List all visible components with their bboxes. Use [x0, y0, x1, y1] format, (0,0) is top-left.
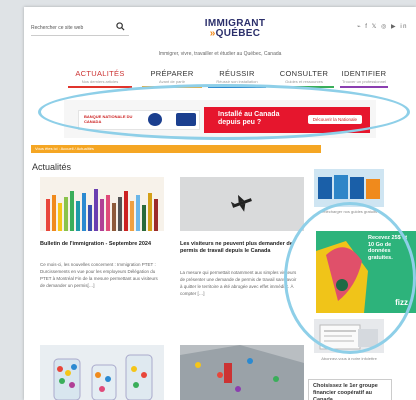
social-icons: ⌁ f 𝕏 ◎ ▶ in	[357, 23, 408, 30]
site-logo[interactable]: IMMIGRANT »QUÉBEC	[192, 19, 278, 39]
linkedin-icon[interactable]: in	[400, 24, 408, 30]
nav-label: PRÉPARER	[150, 69, 194, 78]
article-card[interactable]: Bulletin de l'immigration - Septembre 20…	[40, 177, 164, 337]
search-icon[interactable]	[116, 21, 125, 35]
tagline: Immigrer, vivre, travailler et étudier a…	[158, 51, 282, 57]
nav-label: CONSULTER	[279, 69, 329, 78]
airplane-image	[180, 177, 304, 231]
search-icon-svg	[116, 22, 125, 31]
search-input[interactable]: Rechercher ce site web	[31, 21, 129, 36]
nav-label: ACTUALITÉS	[75, 69, 125, 78]
nav-sub: Avant de partir	[159, 79, 185, 84]
section-title: Actualités	[32, 162, 72, 172]
climber-figure	[224, 363, 232, 383]
article-excerpt: La mesure qui permettait notamment aux s…	[180, 270, 297, 296]
logo-line2: QUÉBEC	[215, 28, 261, 39]
nav-sub: Guides et ressources	[285, 79, 323, 84]
article-excerpt: Ce mois-ci, les nouvelles concernent : I…	[40, 262, 158, 288]
nav-underline	[340, 86, 388, 88]
nav-item-identifier[interactable]: IDENTIFIER Trouver un professionnel	[340, 69, 388, 88]
facebook-icon[interactable]: f	[365, 24, 368, 30]
coop-ad[interactable]: Choisissez le 1er groupe financier coopé…	[308, 379, 392, 400]
highlight-ring-banner	[38, 84, 410, 140]
climbing-wall-image	[180, 345, 304, 400]
candy-jars-image	[40, 345, 164, 400]
youtube-icon[interactable]: ▶	[391, 24, 397, 30]
highlight-ring-sidebar-ad	[284, 202, 416, 354]
instagram-icon[interactable]: ◎	[381, 24, 388, 30]
nav-sub: Trouver un professionnel	[341, 79, 387, 84]
breadcrumb: Vous êtes ici : Accueil / Actualités	[31, 145, 321, 153]
newsletter-caption[interactable]: Abonnez-vous à notre infolettre	[314, 356, 384, 361]
x-icon[interactable]: 𝕏	[372, 24, 378, 30]
nav-label: RÉUSSIR	[219, 69, 255, 78]
rss-icon[interactable]: ⌁	[357, 24, 362, 30]
article-title[interactable]: Bulletin de l'immigration - Septembre 20…	[40, 241, 162, 248]
nav-sub: Nos derniers articles	[81, 79, 119, 84]
nav-label: IDENTIFIER	[341, 69, 387, 78]
nav-item-actualites[interactable]: ACTUALITÉS Nos derniers articles	[68, 69, 132, 88]
pencils-image	[40, 177, 164, 231]
